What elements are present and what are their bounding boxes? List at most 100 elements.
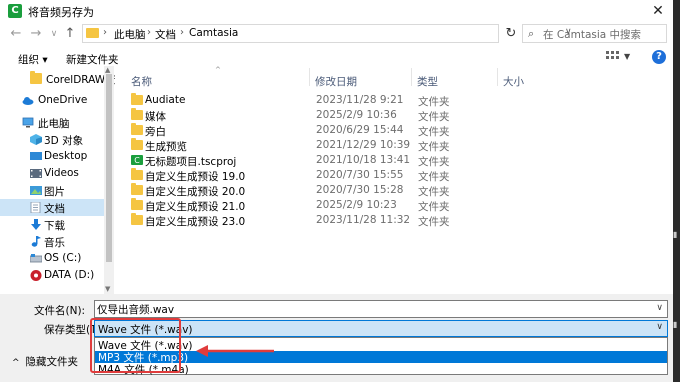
- refresh-icon[interactable]: ↻: [503, 26, 519, 42]
- breadcrumb-this-pc[interactable]: 此电脑: [114, 27, 146, 42]
- nav-item-label: 图片: [44, 186, 65, 198]
- nav-item-label: 此电脑: [38, 118, 70, 130]
- breadcrumb-documents[interactable]: 文档: [155, 27, 176, 42]
- nav-item-data-d[interactable]: DATA (D:): [0, 267, 104, 284]
- file-row[interactable]: 自定义生成预设 20.0 2020/7/30 15:28 文件夹: [128, 183, 668, 198]
- search-icon: ⌕: [528, 27, 535, 40]
- back-arrow-icon[interactable]: ←: [8, 26, 24, 42]
- nav-item-desktop[interactable]: Desktop: [0, 148, 104, 165]
- nav-item-label: Desktop: [44, 150, 88, 162]
- file-type: 文件夹: [418, 126, 450, 138]
- file-row[interactable]: 自定义生成预设 21.0 2025/2/9 10:23 文件夹: [128, 198, 668, 213]
- scrollbar-thumb[interactable]: [106, 74, 112, 262]
- file-name: 自定义生成预设 23.0: [145, 216, 246, 228]
- file-row[interactable]: 生成预览 2021/12/29 10:39 文件夹: [128, 138, 668, 153]
- nav-item-os-c[interactable]: OS (C:): [0, 250, 104, 267]
- nav-item-music[interactable]: 音乐: [0, 233, 104, 250]
- nav-item-coreldraw[interactable]: CorelDRAW资料: [0, 70, 116, 87]
- download-icon: [31, 219, 41, 230]
- pictures-icon: [30, 186, 42, 195]
- column-divider[interactable]: [309, 68, 310, 86]
- file-type: 文件夹: [418, 186, 450, 198]
- filename-dropdown-icon[interactable]: ∨: [656, 303, 663, 313]
- file-name: 自定义生成预设 19.0: [145, 171, 246, 183]
- file-date: 2021/10/18 13:41: [316, 154, 411, 166]
- scroll-up-icon[interactable]: ▲: [105, 66, 110, 74]
- annotation-arrow-icon: [196, 345, 274, 357]
- file-type: 文件夹: [418, 111, 450, 123]
- file-row[interactable]: Audiate 2023/11/28 9:21 文件夹: [128, 93, 668, 108]
- column-divider[interactable]: [497, 68, 498, 86]
- breadcrumb-separator-icon: ›: [103, 27, 107, 38]
- new-folder-button[interactable]: 新建文件夹: [66, 52, 119, 67]
- column-header-type[interactable]: 类型: [417, 74, 438, 89]
- file-name: 无标题项目.tscproj: [145, 156, 237, 168]
- nav-item-label: OS (C:): [44, 252, 82, 264]
- hide-folders-toggle[interactable]: ^ 隐藏文件夹: [12, 354, 78, 369]
- nav-item-label: OneDrive: [38, 94, 88, 106]
- nav-item-label: 文档: [44, 203, 65, 215]
- folder-icon: [131, 168, 143, 180]
- file-date: 2020/6/29 15:44: [316, 124, 404, 136]
- view-options-icon[interactable]: [606, 51, 620, 63]
- folder-icon: [131, 198, 143, 210]
- column-header-name[interactable]: 名称: [131, 74, 152, 89]
- background-glyph: ▮: [673, 230, 678, 239]
- nav-item-pictures[interactable]: 图片: [0, 182, 104, 199]
- annotation-highlight-box: [90, 318, 181, 373]
- scroll-down-icon[interactable]: ▼: [105, 285, 110, 293]
- chevron-down-icon[interactable]: ∨: [656, 322, 663, 332]
- window-title: 将音频另存为: [28, 6, 94, 19]
- file-row[interactable]: C 无标题项目.tscproj 2021/10/18 13:41 文件夹: [128, 153, 668, 168]
- view-dropdown-icon[interactable]: ▼: [624, 52, 630, 61]
- nav-scrollbar[interactable]: ▲ ▼: [104, 66, 114, 294]
- folder-icon: [131, 108, 143, 120]
- nav-item-onedrive[interactable]: OneDrive: [0, 92, 104, 109]
- up-arrow-icon[interactable]: ↑: [62, 26, 78, 42]
- drive-data-icon: [30, 270, 42, 281]
- nav-item-downloads[interactable]: 下载: [0, 216, 104, 233]
- column-header-size[interactable]: 大小: [503, 74, 524, 89]
- file-date: 2025/2/9 10:36: [316, 109, 397, 121]
- column-divider[interactable]: [411, 68, 412, 86]
- breadcrumb-separator-icon: ›: [180, 27, 184, 38]
- folder-icon: [131, 93, 143, 105]
- file-name: 生成预览: [145, 141, 187, 153]
- search-box[interactable]: ⌕ 在 Camtasia 中搜索: [522, 24, 667, 43]
- camtasia-app-icon: C: [8, 4, 22, 18]
- file-row[interactable]: 媒体 2025/2/9 10:36 文件夹: [128, 108, 668, 123]
- address-bar[interactable]: › 此电脑 › 文档 › Camtasia ∨: [82, 24, 572, 43]
- file-row[interactable]: 旁白 2020/6/29 15:44 文件夹: [128, 123, 668, 138]
- nav-item-videos[interactable]: Videos: [0, 165, 104, 182]
- help-icon[interactable]: ?: [652, 50, 666, 64]
- folder-icon: [30, 71, 42, 84]
- filename-label: 文件名(N):: [34, 305, 86, 317]
- 3d-objects-icon: [30, 134, 42, 145]
- file-name: 自定义生成预设 20.0: [145, 186, 246, 198]
- file-row[interactable]: 自定义生成预设 19.0 2020/7/30 15:55 文件夹: [128, 168, 668, 183]
- videos-icon: [30, 169, 42, 178]
- nav-item-label: 下载: [44, 220, 65, 232]
- filename-input[interactable]: [97, 302, 647, 316]
- file-name: 旁白: [145, 126, 166, 138]
- file-type: 文件夹: [418, 156, 450, 168]
- forward-arrow-icon[interactable]: →: [28, 26, 44, 42]
- file-type: 文件夹: [418, 141, 450, 153]
- organize-button[interactable]: 组织 ▾: [18, 52, 48, 67]
- nav-item-3d-objects[interactable]: 3D 对象: [0, 131, 104, 148]
- filename-field[interactable]: ∨: [94, 300, 668, 318]
- search-input[interactable]: 在 Camtasia 中搜索: [543, 27, 641, 42]
- close-button[interactable]: ✕: [647, 1, 669, 21]
- cloud-icon: [22, 97, 34, 105]
- column-header-modified[interactable]: 修改日期: [315, 74, 357, 89]
- svg-text:C: C: [134, 156, 140, 165]
- file-date: 2023/11/28 9:21: [316, 94, 404, 106]
- nav-item-this-pc[interactable]: 此电脑: [0, 114, 104, 131]
- file-row[interactable]: 自定义生成预设 23.0 2023/11/28 11:32 文件夹: [128, 213, 668, 228]
- navigation-pane: CorelDRAW资料 OneDrive 此电脑 3D 对象 Desktop V…: [0, 66, 116, 294]
- camtasia-project-icon: C: [131, 155, 143, 165]
- sort-ascending-icon: ^: [215, 66, 221, 74]
- nav-item-documents[interactable]: 文档: [0, 199, 104, 216]
- recent-chevron-icon[interactable]: ∨: [46, 26, 62, 42]
- breadcrumb-camtasia[interactable]: Camtasia: [189, 27, 238, 39]
